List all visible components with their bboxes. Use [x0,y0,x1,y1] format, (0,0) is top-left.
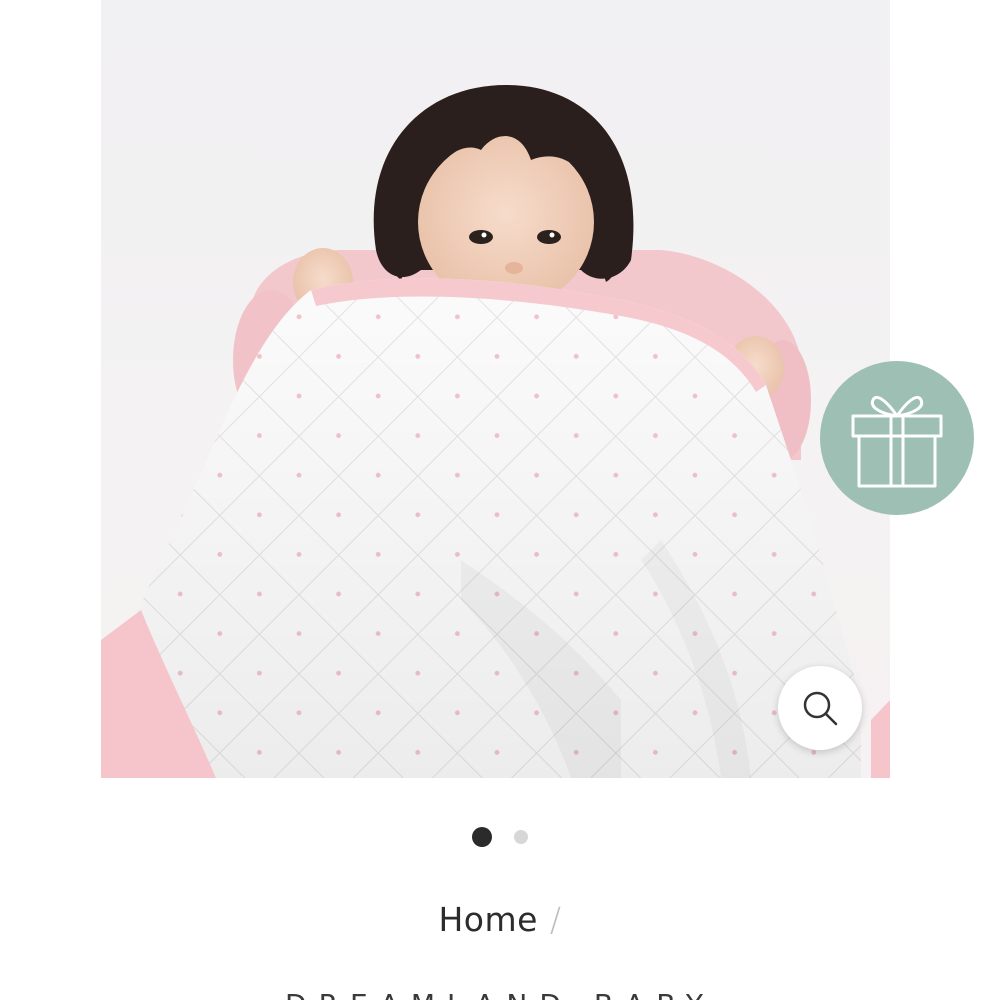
breadcrumb: Home / [0,900,1000,939]
carousel-pagination [0,826,1000,848]
gift-button[interactable] [820,361,974,515]
carousel-dot-2[interactable] [514,830,528,844]
product-page: Home / DREAMLAND BABY [0,0,1000,1000]
breadcrumb-home-link[interactable]: Home [438,900,537,939]
product-photo-illustration [101,85,890,778]
search-icon [803,691,838,726]
brand-name: DREAMLAND BABY [0,988,1000,1000]
product-image[interactable] [101,0,890,778]
gift-icon [851,395,943,488]
zoom-button[interactable] [778,666,862,750]
carousel-dot-1[interactable] [472,827,492,847]
breadcrumb-separator: / [549,900,562,939]
